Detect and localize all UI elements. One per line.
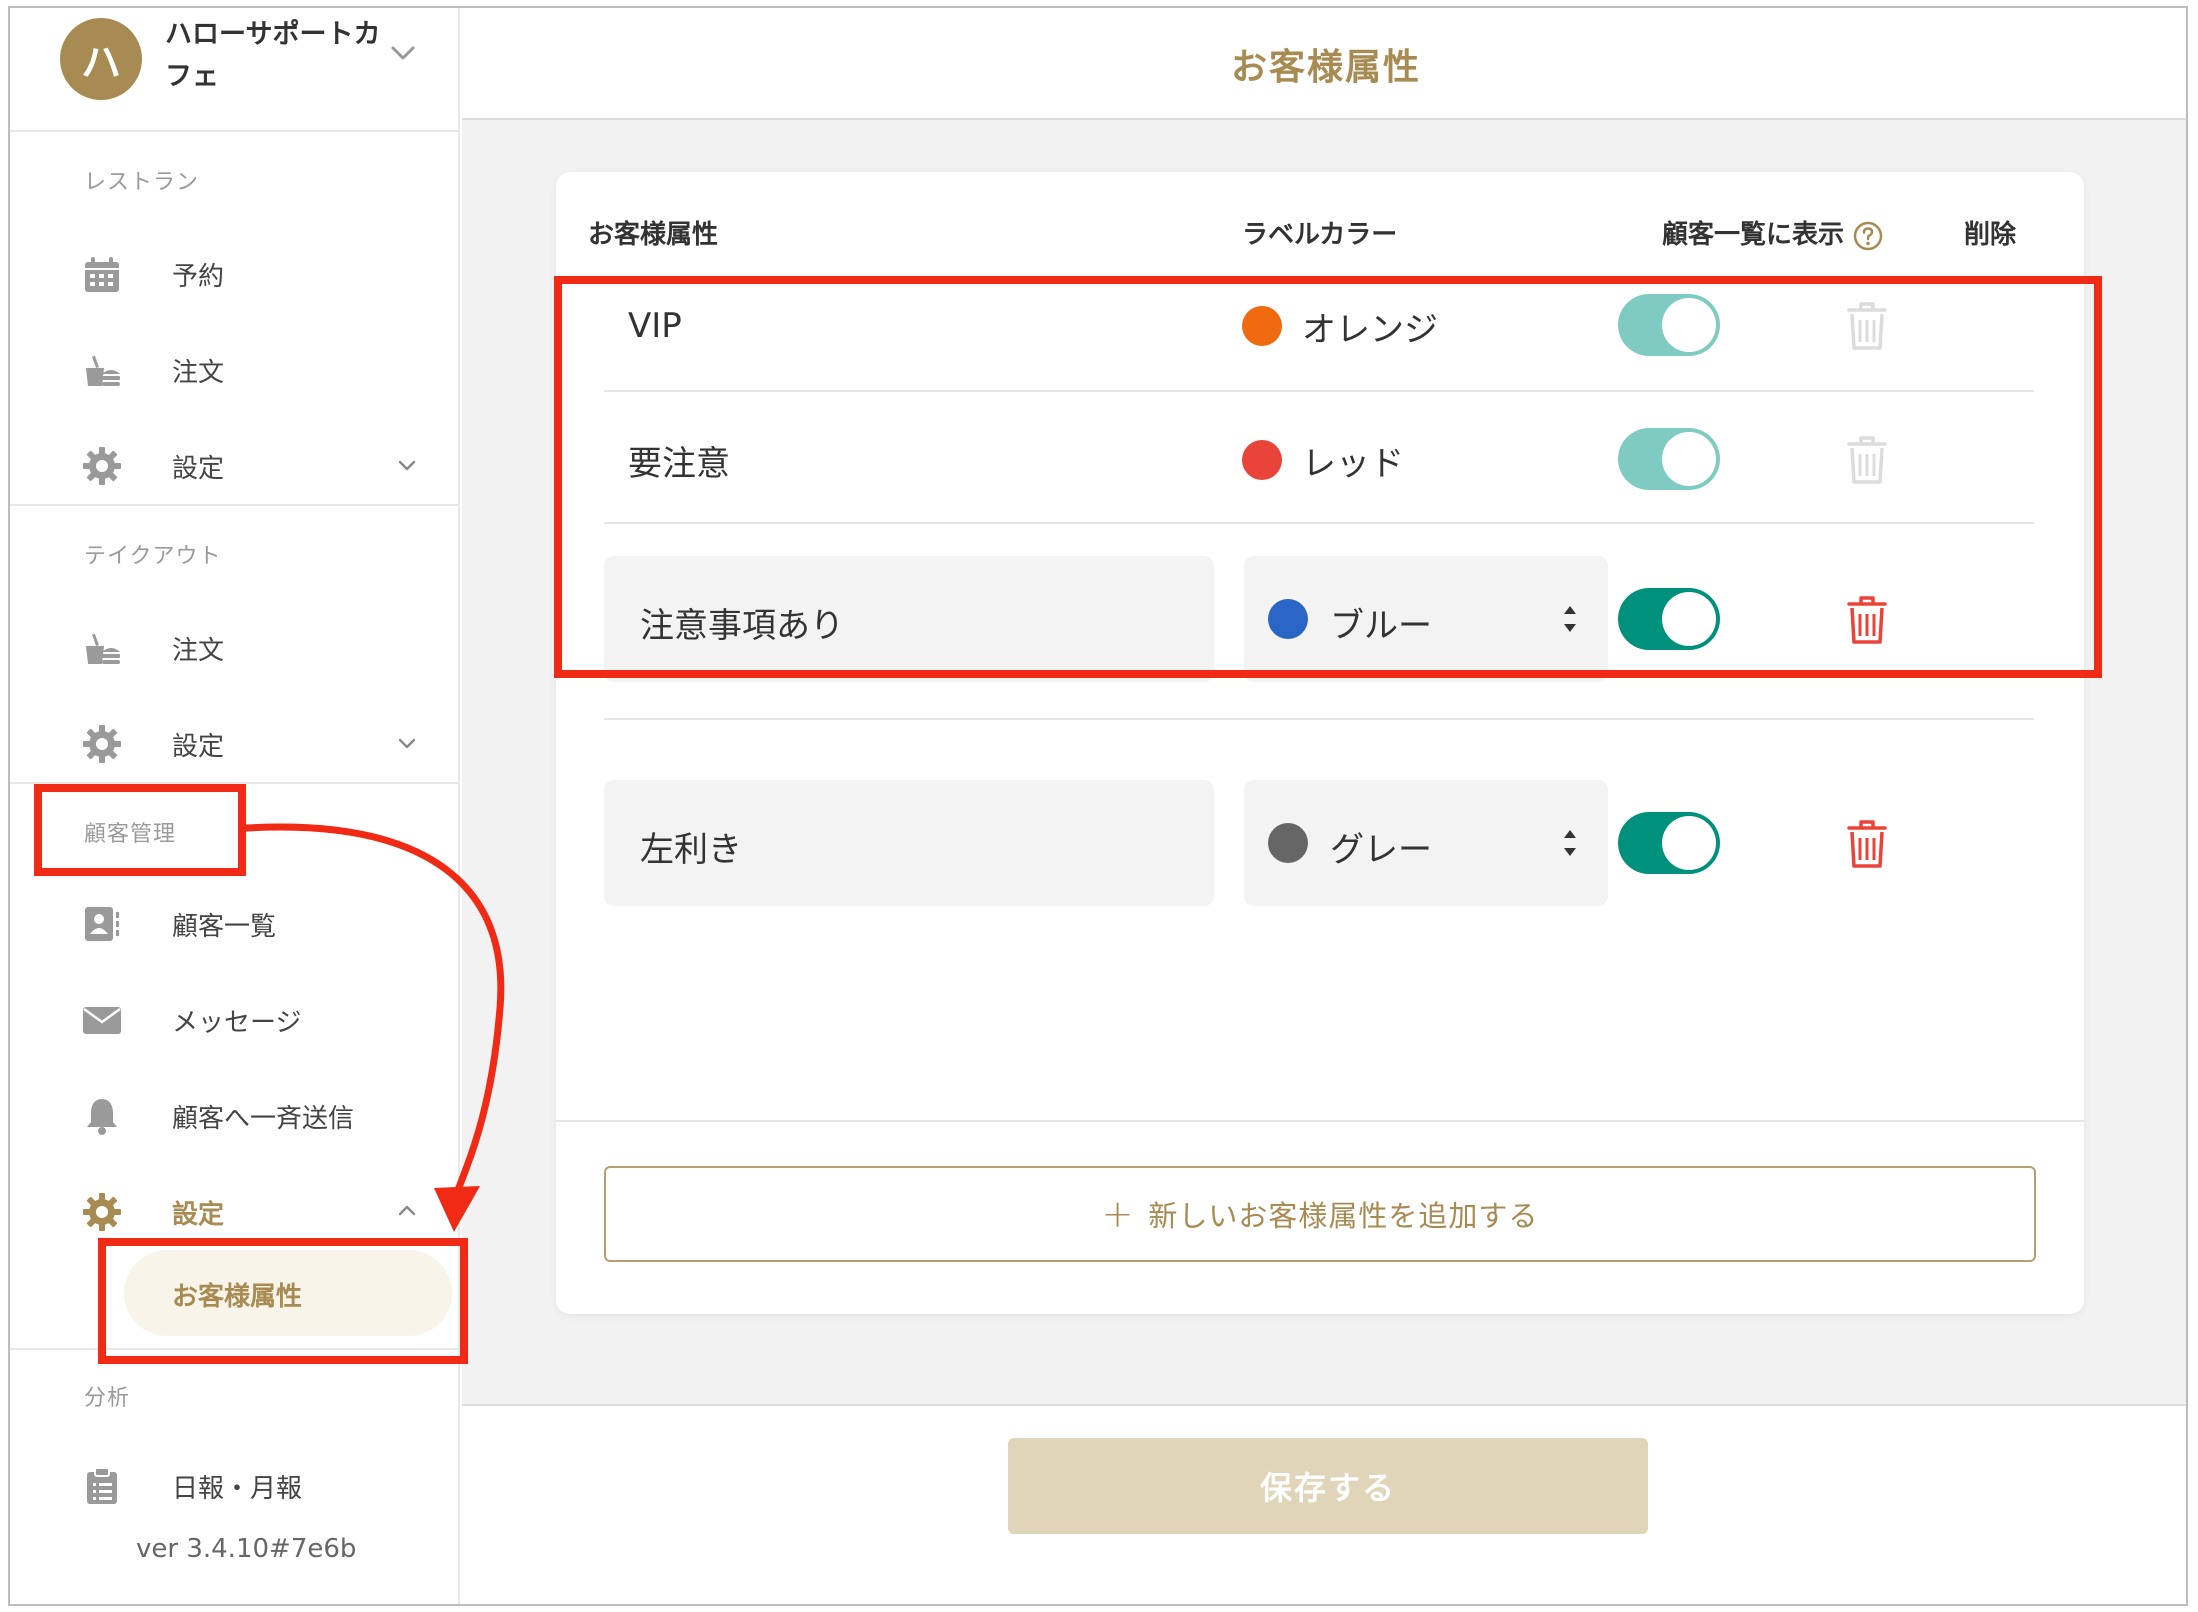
- bell-icon: [87, 1099, 117, 1135]
- sidebar-item-broadcast[interactable]: 顧客へ一斉送信: [10, 1078, 460, 1150]
- sidebar-item-label: 顧客へ一斉送信: [172, 1104, 355, 1134]
- sidebar-item-label: 注文: [172, 636, 225, 666]
- chevron-down-icon: [398, 460, 416, 471]
- show-in-list-toggle[interactable]: [1618, 812, 1720, 874]
- gear-icon: [83, 725, 121, 763]
- chevron-down-icon[interactable]: [388, 38, 418, 68]
- sidebar-item-label: メッセージ: [172, 1008, 302, 1038]
- sidebar-item-messages[interactable]: メッセージ: [10, 982, 460, 1054]
- toggle-knob: [1662, 816, 1716, 870]
- column-header-show-label: 顧客一覧に表示: [1662, 220, 1845, 250]
- annotation-highlight-customer-management: [34, 784, 246, 876]
- page-footer: 保存する: [462, 1404, 2186, 1604]
- attribute-name-value: 左利き: [640, 830, 742, 870]
- help-icon[interactable]: [1852, 220, 1884, 252]
- main-content: お客様属性 お客様属性 ラベルカラー 顧客一覧に表示 削除 VIP オレンジ 要…: [462, 8, 2186, 1604]
- food-icon: [86, 633, 120, 664]
- row-divider: [604, 718, 2034, 720]
- sidebar-divider: [10, 504, 460, 506]
- label-color-select[interactable]: グレー: [1244, 780, 1608, 906]
- plus-icon: +: [1101, 1192, 1135, 1236]
- sidebar-item-reports[interactable]: 日報・月報: [10, 1448, 460, 1520]
- attribute-name-input[interactable]: 左利き: [604, 780, 1214, 906]
- sidebar-item-label: 設定: [172, 454, 225, 484]
- store-name: ハローサポートカフェ: [165, 19, 381, 92]
- sidebar-item-label: 予約: [172, 262, 225, 292]
- sidebar-item-label: 設定: [172, 732, 225, 762]
- app-version: ver 3.4.10#7e6b: [136, 1534, 357, 1564]
- column-header-delete: 削除: [1964, 220, 2017, 250]
- contact-icon: [85, 907, 119, 941]
- sidebar-item-customer-list[interactable]: 顧客一覧: [10, 886, 460, 958]
- sidebar-item-reservation[interactable]: 予約: [10, 236, 460, 308]
- gear-icon: [83, 447, 121, 485]
- section-label-takeout: テイクアウト: [84, 544, 222, 569]
- section-label-restaurant: レストラン: [84, 170, 200, 195]
- store-avatar: ハ: [60, 18, 142, 100]
- sidebar-item-restaurant-order[interactable]: 注文: [10, 332, 460, 404]
- color-swatch: [1268, 823, 1308, 863]
- annotation-highlight-attributes-menu: [98, 1238, 468, 1364]
- add-attribute-label: 新しいお客様属性を追加する: [1148, 1199, 1539, 1233]
- color-select-value: グレー: [1330, 830, 1432, 870]
- envelope-icon: [83, 1007, 121, 1034]
- select-arrows-icon: [1564, 830, 1576, 856]
- column-header-attribute: お客様属性: [588, 220, 719, 250]
- app-window: ハ ハローサポートカフェ レストラン 予約 注文 設定 テイクアウト 注文 設定…: [8, 6, 2188, 1606]
- calendar-icon: [85, 257, 119, 292]
- sidebar-item-restaurant-settings[interactable]: 設定: [10, 428, 460, 500]
- gear-icon: [83, 1193, 121, 1231]
- card-divider: [556, 1120, 2084, 1122]
- sidebar-item-customer-settings[interactable]: 設定: [10, 1174, 460, 1246]
- sidebar-item-label: 日報・月報: [172, 1474, 303, 1504]
- clipboard-icon: [87, 1467, 117, 1504]
- add-attribute-button[interactable]: + 新しいお客様属性を追加する: [604, 1166, 2036, 1262]
- chevron-up-icon: [398, 1205, 416, 1216]
- sidebar-item-takeout-settings[interactable]: 設定: [10, 706, 460, 778]
- chevron-down-icon: [398, 738, 416, 749]
- sidebar-item-takeout-order[interactable]: 注文: [10, 610, 460, 682]
- page-title: お客様属性: [1230, 47, 1421, 88]
- annotation-highlight-default-attributes: [554, 276, 2102, 678]
- column-header-label-color: ラベルカラー: [1242, 220, 1398, 250]
- page-header: お客様属性: [462, 8, 2186, 120]
- section-label-analytics: 分析: [84, 1386, 131, 1411]
- trash-icon[interactable]: [1846, 818, 1888, 870]
- sidebar-item-label: 顧客一覧: [172, 912, 277, 942]
- sidebar-item-label: 設定: [172, 1200, 225, 1230]
- store-switcher[interactable]: ハ ハローサポートカフェ: [10, 8, 460, 132]
- column-header-show-in-list: 顧客一覧に表示: [1662, 214, 1884, 252]
- save-button[interactable]: 保存する: [1008, 1438, 1648, 1534]
- attribute-row: 左利き グレー: [604, 780, 2034, 908]
- food-icon: [86, 355, 120, 386]
- sidebar-item-label: 注文: [172, 358, 225, 388]
